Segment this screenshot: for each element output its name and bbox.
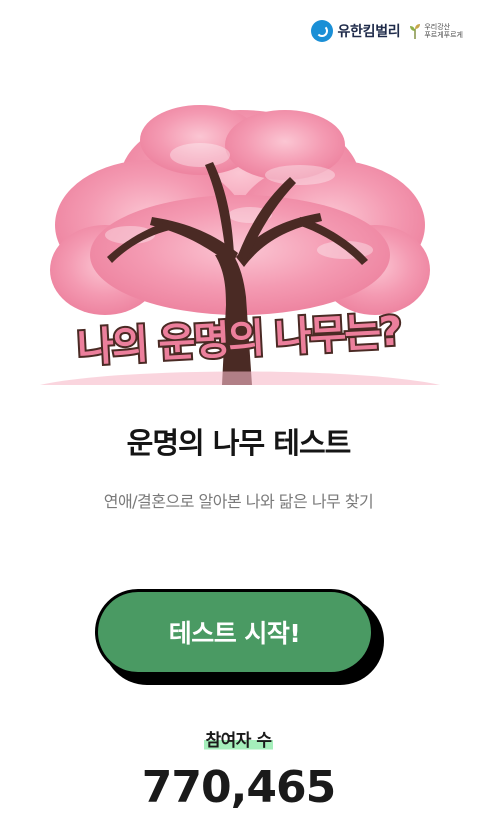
brand-logo[interactable]: 유한킴벌리	[311, 20, 401, 42]
start-test-button[interactable]: 테스트 시작!	[95, 589, 374, 675]
brand-name: 유한킴벌리	[337, 23, 401, 39]
yuhan-kimberly-logo-icon	[311, 20, 334, 42]
tree-sprout-icon	[410, 24, 421, 39]
campaign-line-1: 우리강산	[424, 23, 451, 31]
participants-label: 참여자 수	[203, 731, 274, 751]
participants-count: 770,465	[141, 762, 336, 813]
start-button-wrapper: 테스트 시작!	[95, 589, 387, 689]
campaign-line-2: 푸르게푸르게	[424, 31, 463, 39]
hero-illustration: 나의 운명의 나무는?	[0, 85, 477, 385]
page-title: 운명의 나무 테스트	[126, 426, 352, 460]
campaign-logo: 우리강산 푸르게푸르게	[408, 22, 463, 40]
participants-label-wrap: 참여자 수	[0, 726, 477, 751]
header: 유한킴벌리 우리강산 푸르게푸르게	[311, 18, 463, 44]
page-subtitle: 연애/결혼으로 알아본 나와 닮은 나무 찾기	[103, 492, 374, 511]
